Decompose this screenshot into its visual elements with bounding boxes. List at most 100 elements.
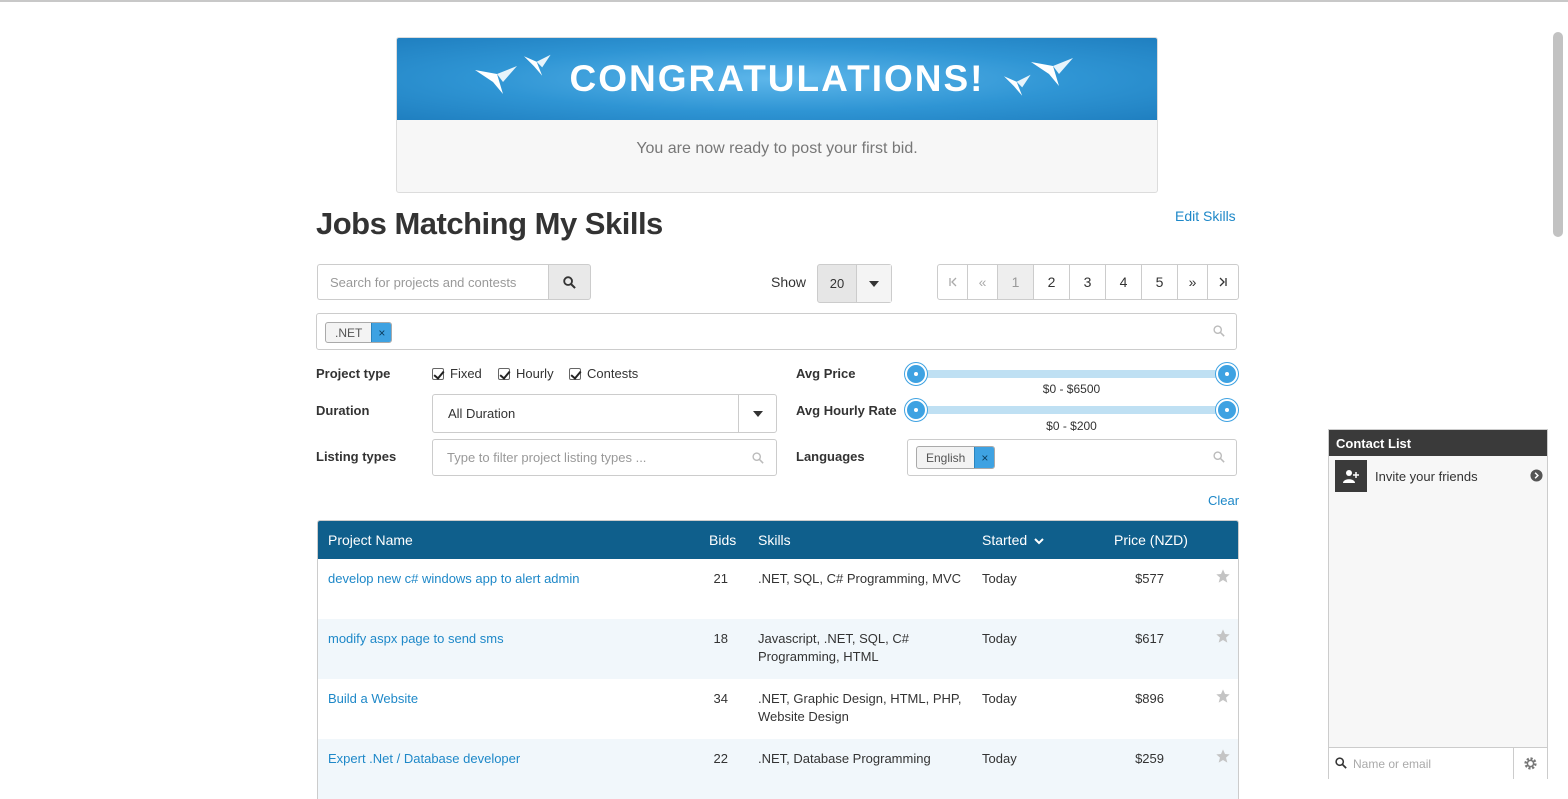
pagination: « 1 2 3 4 5 »	[937, 264, 1239, 300]
next-page-button[interactable]: »	[1178, 265, 1208, 299]
page-title: Jobs Matching My Skills	[316, 206, 663, 241]
contests-checkbox[interactable]: Contests	[569, 366, 638, 381]
search-icon	[1213, 325, 1225, 337]
contests-label: Contests	[587, 366, 639, 381]
prev-page-button[interactable]: «	[968, 265, 998, 299]
price-value: $577	[1135, 571, 1164, 586]
congratulations-banner: CONGRATULATIONS! You are now ready to po…	[396, 37, 1158, 193]
bids-count: 18	[713, 631, 728, 646]
skills-list: .NET, Graphic Design, HTML, PHP, Website…	[758, 691, 962, 724]
column-header-price[interactable]: Price (NZD)	[1114, 532, 1188, 548]
hourly-checkbox[interactable]: Hourly	[498, 366, 554, 381]
price-value: $617	[1135, 631, 1164, 646]
listing-types-input[interactable]	[433, 440, 733, 475]
search-icon	[1335, 757, 1347, 769]
contact-search-input[interactable]	[1329, 748, 1513, 779]
table-row: Expert .Net / Database developer 22 .NET…	[318, 739, 1238, 799]
add-user-icon	[1335, 460, 1367, 492]
skills-list: .NET, SQL, C# Programming, MVC	[758, 571, 961, 586]
page-1-button[interactable]: 1	[998, 265, 1034, 299]
project-link[interactable]: Expert .Net / Database developer	[328, 750, 520, 768]
bids-count: 34	[713, 691, 728, 706]
invite-friends-label: Invite your friends	[1375, 468, 1478, 484]
page-4-button[interactable]: 4	[1106, 265, 1142, 299]
first-page-button[interactable]	[938, 265, 968, 299]
project-link[interactable]: Build a Website	[328, 690, 418, 708]
avg-price-slider	[905, 363, 1238, 385]
duration-select[interactable]: All Duration	[432, 394, 777, 433]
page-3-button[interactable]: 3	[1070, 265, 1106, 299]
projects-table: Project Name Bids Skills Started Price (…	[317, 520, 1239, 799]
show-count-select[interactable]: 20	[817, 264, 892, 303]
price-value: $259	[1135, 751, 1164, 766]
listing-types-label: Listing types	[316, 449, 397, 464]
banner-title: CONGRATULATIONS!	[569, 58, 985, 99]
avg-hourly-range: $0 - $200	[1046, 419, 1097, 433]
fixed-label: Fixed	[450, 366, 482, 381]
checkbox-checked[interactable]	[498, 367, 510, 380]
table-row: Build a Website 34 .NET, Graphic Design,…	[318, 679, 1238, 739]
banner-subtitle: You are now ready to post your first bid…	[636, 140, 918, 157]
show-label: Show	[771, 274, 807, 290]
remove-tag-button[interactable]: ×	[974, 447, 995, 468]
project-type-label: Project type	[316, 366, 391, 381]
languages-field[interactable]: English ×	[907, 439, 1237, 476]
contact-search-bar	[1329, 747, 1547, 779]
started-value: Today	[982, 691, 1017, 706]
started-value: Today	[982, 571, 1017, 586]
checkbox-checked[interactable]	[569, 367, 581, 380]
settings-button[interactable]	[1513, 748, 1547, 779]
chevron-down-icon[interactable]	[738, 395, 776, 432]
bids-count: 21	[713, 571, 728, 586]
star-icon[interactable]	[1215, 628, 1231, 644]
edit-skills-link[interactable]: Edit Skills	[1175, 208, 1236, 224]
skill-tag: .NET ×	[325, 322, 393, 343]
avg-hourly-label: Avg Hourly Rate	[796, 403, 897, 418]
skills-filter-field[interactable]: .NET ×	[316, 313, 1237, 350]
skill-tag-label: .NET	[335, 326, 363, 340]
star-icon[interactable]	[1215, 748, 1231, 764]
chevron-down-icon	[1034, 538, 1044, 545]
checkbox-checked[interactable]	[432, 367, 444, 380]
started-value: Today	[982, 631, 1017, 646]
duration-label: Duration	[316, 403, 370, 418]
project-link[interactable]: develop new c# windows app to alert admi…	[328, 570, 579, 588]
column-header-started[interactable]: Started	[982, 532, 1044, 548]
column-header-skills[interactable]: Skills	[758, 532, 791, 548]
table-header: Project Name Bids Skills Started Price (…	[318, 521, 1238, 559]
contact-list-title: Contact List	[1329, 430, 1547, 456]
project-link[interactable]: modify aspx page to send sms	[328, 630, 504, 648]
chevron-down-icon[interactable]	[856, 265, 891, 302]
star-icon[interactable]	[1215, 688, 1231, 704]
started-header-label: Started	[982, 532, 1028, 548]
avg-price-label: Avg Price	[796, 366, 856, 381]
column-header-name[interactable]: Project Name	[328, 532, 413, 548]
language-tag: English ×	[916, 446, 996, 469]
search-icon	[752, 452, 764, 464]
column-header-bids[interactable]: Bids	[709, 532, 736, 548]
star-icon[interactable]	[1215, 568, 1231, 584]
fixed-checkbox[interactable]: Fixed	[432, 366, 482, 381]
slider-max-handle[interactable]	[1216, 399, 1238, 421]
invite-friends-item[interactable]: Invite your friends	[1335, 460, 1543, 492]
page-2-button[interactable]: 2	[1034, 265, 1070, 299]
skills-list: Javascript, .NET, SQL, C# Programming, H…	[758, 631, 909, 664]
page-5-button[interactable]: 5	[1142, 265, 1178, 299]
table-row: modify aspx page to send sms 18 Javascri…	[318, 619, 1238, 679]
search-button[interactable]	[548, 264, 591, 300]
bids-count: 22	[713, 751, 728, 766]
last-page-button[interactable]	[1208, 265, 1238, 299]
page-scrollbar[interactable]	[1553, 32, 1563, 237]
show-count-value: 20	[829, 276, 845, 291]
contact-list-panel: Contact List Invite your friends	[1328, 429, 1548, 779]
skills-list: .NET, Database Programming	[758, 751, 931, 766]
remove-tag-button[interactable]: ×	[371, 323, 392, 342]
table-row: develop new c# windows app to alert admi…	[318, 559, 1238, 619]
slider-min-handle[interactable]	[905, 399, 927, 421]
chevron-right-icon	[1530, 469, 1543, 482]
search-icon	[1213, 451, 1225, 463]
clear-filters-link[interactable]: Clear	[1208, 493, 1239, 508]
language-tag-label: English	[926, 451, 966, 465]
languages-label: Languages	[796, 449, 865, 464]
search-input[interactable]	[317, 264, 548, 300]
